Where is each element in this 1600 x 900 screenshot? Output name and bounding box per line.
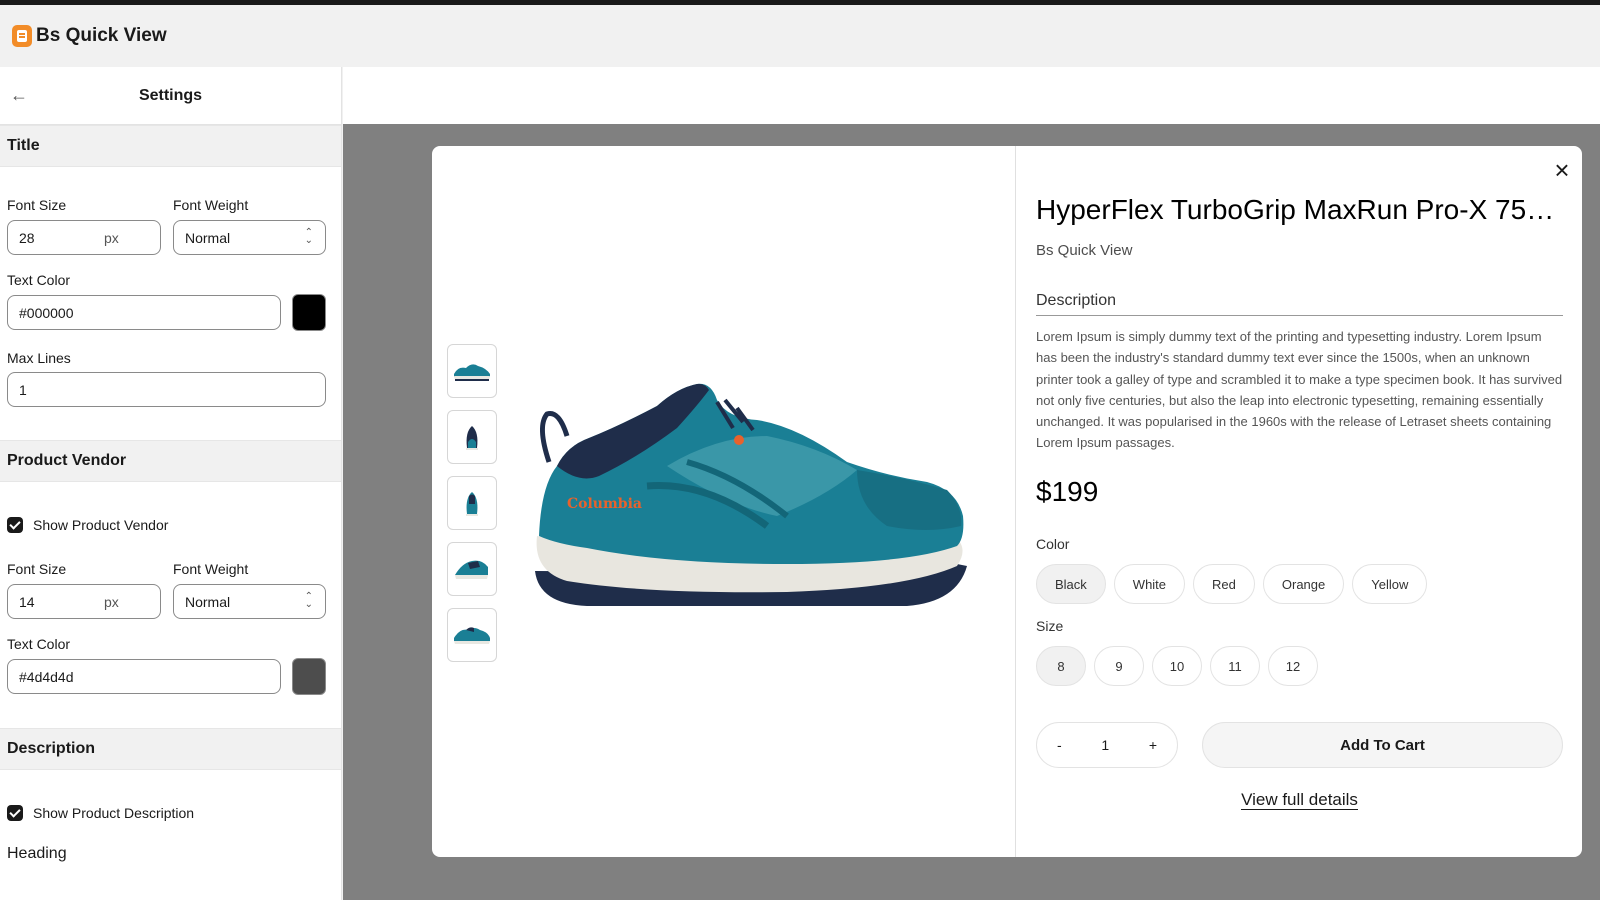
vendor-font-size-value: 14 xyxy=(19,593,35,610)
view-full-details-link-wrap: View full details xyxy=(1036,790,1563,810)
title-font-weight-label: Font Weight xyxy=(173,197,249,213)
color-option-red[interactable]: Red xyxy=(1193,564,1255,604)
color-option-orange[interactable]: Orange xyxy=(1262,564,1345,604)
product-main-image[interactable]: Columbia xyxy=(527,366,977,626)
app-title: Bs Quick View xyxy=(36,25,167,46)
quantity-value[interactable]: 1 xyxy=(1101,737,1109,753)
size-option-12[interactable]: 12 xyxy=(1268,646,1318,686)
title-font-weight-select[interactable]: Normal ⌃ ⌄ xyxy=(173,220,326,255)
add-to-cart-button[interactable]: Add To Cart xyxy=(1202,722,1563,768)
size-option-11[interactable]: 11 xyxy=(1210,646,1260,686)
quantity-increase-button[interactable]: + xyxy=(1149,737,1157,753)
quantity-stepper: - 1 + xyxy=(1036,722,1178,768)
product-vendor: Bs Quick View xyxy=(1036,242,1133,259)
vendor-text-color-value: #4d4d4d xyxy=(19,668,74,685)
title-font-size-value: 28 xyxy=(19,229,35,246)
thumbnail-list xyxy=(447,344,497,662)
description-heading: Description xyxy=(1036,292,1563,316)
vendor-font-weight-value: Normal xyxy=(185,593,231,610)
description-heading-label: Heading xyxy=(7,845,67,862)
section-description-heading[interactable]: Description xyxy=(0,728,341,770)
view-full-details-link[interactable]: View full details xyxy=(1241,790,1358,810)
show-description-toggle[interactable]: Show Product Description xyxy=(7,805,334,821)
show-vendor-toggle[interactable]: Show Product Vendor xyxy=(7,517,334,533)
size-label: Size xyxy=(1036,618,1064,634)
shoe-brand-logo: Columbia xyxy=(567,496,642,512)
vendor-color-swatch[interactable] xyxy=(292,658,326,695)
title-text-color-input[interactable]: #000000 xyxy=(7,295,281,330)
size-option-10[interactable]: 10 xyxy=(1152,646,1202,686)
title-text-color-value: #000000 xyxy=(19,304,74,321)
app-header: Bs Quick View xyxy=(0,5,1600,67)
title-text-color-label: Text Color xyxy=(7,272,71,288)
vendor-font-size-input[interactable]: 14 px xyxy=(7,584,161,619)
show-vendor-checkbox[interactable] xyxy=(7,517,23,533)
show-vendor-label: Show Product Vendor xyxy=(33,517,169,533)
close-icon[interactable]: × xyxy=(1550,157,1574,183)
quick-view-modal: Columbia × HyperFlex TurboGrip MaxRun Pr… xyxy=(432,146,1582,857)
color-options: Black White Red Orange Yellow xyxy=(1036,564,1428,604)
preview-toolbar xyxy=(343,67,1600,124)
product-info: × HyperFlex TurboGrip MaxRun Pro-X 7500 … xyxy=(1016,146,1582,857)
title-settings: Font Size 28 px Font Weight Normal ⌃ ⌄ Te… xyxy=(0,197,341,407)
vendor-text-color-input[interactable]: #4d4d4d xyxy=(7,659,281,694)
title-font-weight-value: Normal xyxy=(185,229,231,246)
title-font-size-unit: px xyxy=(104,229,119,246)
product-media: Columbia xyxy=(432,146,1016,857)
description-settings: Show Product Description Heading xyxy=(0,805,341,863)
section-vendor-heading[interactable]: Product Vendor xyxy=(0,440,341,482)
vendor-settings: Show Product Vendor Font Size 14 px Font… xyxy=(0,517,341,695)
vendor-font-weight-label: Font Weight xyxy=(173,561,249,577)
title-max-lines-label: Max Lines xyxy=(7,350,71,366)
show-description-checkbox[interactable] xyxy=(7,805,23,821)
sidebar-title: Settings xyxy=(138,86,203,104)
vendor-font-size-label: Font Size xyxy=(7,561,67,577)
thumbnail-angle-view[interactable] xyxy=(447,608,497,662)
back-arrow-icon[interactable]: ← xyxy=(10,85,30,105)
color-option-yellow[interactable]: Yellow xyxy=(1352,564,1428,604)
size-options: 8 9 10 11 12 xyxy=(1036,646,1318,686)
sidebar-header: ← Settings xyxy=(0,67,341,125)
thumbnail-front-view[interactable] xyxy=(447,410,497,464)
size-option-8[interactable]: 8 xyxy=(1036,646,1086,686)
vendor-text-color-label: Text Color xyxy=(7,636,71,652)
section-title-heading[interactable]: Title xyxy=(0,125,341,167)
thumbnail-back-view[interactable] xyxy=(447,476,497,530)
title-font-size-label: Font Size xyxy=(7,197,67,213)
size-option-9[interactable]: 9 xyxy=(1094,646,1144,686)
select-arrows-icon: ⌃ ⌄ xyxy=(304,591,313,610)
color-option-black[interactable]: Black xyxy=(1036,564,1106,604)
thumbnail-side-view[interactable] xyxy=(447,344,497,398)
product-price: $199 xyxy=(1036,476,1099,507)
vendor-font-size-unit: px xyxy=(104,593,119,610)
title-color-swatch[interactable] xyxy=(292,294,326,331)
color-option-white[interactable]: White xyxy=(1113,564,1186,604)
settings-sidebar: ← Settings Title Font Size 28 px Font We… xyxy=(0,67,342,900)
select-arrows-icon: ⌃ ⌄ xyxy=(304,227,313,246)
app-logo-icon xyxy=(12,25,32,47)
vendor-font-weight-select[interactable]: Normal ⌃ ⌄ xyxy=(173,584,326,619)
quantity-decrease-button[interactable]: - xyxy=(1057,737,1062,753)
product-title: HyperFlex TurboGrip MaxRun Pro-X 7500 Ul… xyxy=(1036,194,1561,225)
thumbnail-top-view[interactable] xyxy=(447,542,497,596)
title-max-lines-input[interactable]: 1 xyxy=(7,372,326,407)
color-label: Color xyxy=(1036,536,1070,552)
title-max-lines-value: 1 xyxy=(19,381,27,398)
title-font-size-input[interactable]: 28 px xyxy=(7,220,161,255)
show-description-label: Show Product Description xyxy=(33,805,195,821)
product-description: Lorem Ipsum is simply dummy text of the … xyxy=(1036,329,1563,451)
